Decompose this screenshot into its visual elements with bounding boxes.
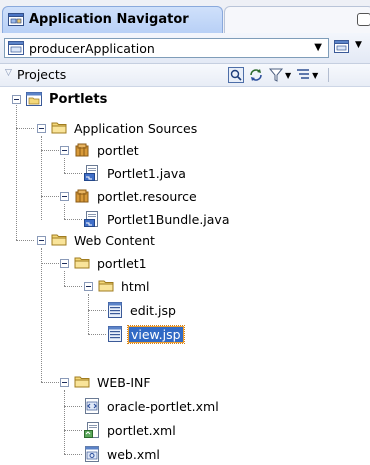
xml-file-icon: [84, 446, 100, 462]
tree-label: portlet1: [97, 255, 147, 271]
tree-label: WEB-INF: [97, 374, 151, 390]
package-icon: [74, 142, 90, 158]
tree-item-portlets[interactable]: Portlets: [12, 88, 109, 110]
folder-icon: [74, 374, 90, 390]
chevron-down-icon[interactable]: ▼: [312, 71, 318, 80]
chevron-down-icon[interactable]: ▼: [355, 40, 362, 50]
package-icon: [74, 188, 90, 204]
tree-label: portlet.xml: [107, 422, 176, 438]
refresh-icon[interactable]: [248, 67, 264, 83]
collapse-toggle[interactable]: [12, 94, 21, 104]
projects-label: Projects: [17, 67, 67, 82]
tree-label: Portlets: [49, 91, 108, 107]
application-navigator-tab[interactable]: Application Navigator: [2, 6, 223, 33]
tree-item-portlet-resource-package[interactable]: portlet.resource: [60, 185, 199, 207]
application-select[interactable]: producerApplication ▼: [4, 38, 329, 58]
tree-label: oracle-portlet.xml: [107, 398, 219, 414]
collapse-toggle[interactable]: [37, 123, 46, 133]
sort-icon[interactable]: [295, 67, 311, 83]
jsp-file-icon: [107, 326, 123, 342]
tree-item-html-folder[interactable]: html: [84, 275, 151, 297]
collapse-toggle[interactable]: [60, 145, 69, 155]
application-name: producerApplication: [29, 41, 155, 56]
java-file-icon: [84, 165, 100, 181]
tree-item-portlet1-java[interactable]: Portlet1.java: [84, 162, 188, 184]
application-navigator-icon: [8, 12, 25, 30]
projects-header: ▽ Projects ▼ ▼: [0, 64, 370, 87]
folder-icon: [51, 120, 67, 136]
search-icon[interactable]: [228, 67, 244, 83]
xml-file-icon: [84, 422, 100, 438]
tree-item-portlet1bundle-java[interactable]: Portlet1Bundle.java: [84, 208, 231, 230]
jsp-file-icon: [107, 302, 123, 318]
tree-item-oracle-portlet-xml[interactable]: oracle-portlet.xml: [84, 395, 221, 417]
tree-item-edit-jsp[interactable]: edit.jsp: [107, 299, 178, 321]
tree-item-portlet1-folder[interactable]: portlet1: [60, 252, 149, 274]
collapse-toggle[interactable]: [60, 377, 69, 387]
collapse-chevron-icon[interactable]: ▽: [5, 68, 12, 78]
navigator-tab-strip: Application Navigator: [0, 0, 370, 33]
folder-icon: [51, 232, 67, 248]
tree-label: portlet.resource: [97, 188, 197, 204]
tree-label: Web Content: [74, 232, 155, 248]
application-menu-button[interactable]: [333, 39, 353, 57]
tree-item-portlet-xml[interactable]: portlet.xml: [84, 419, 178, 441]
tree-label: Application Sources: [74, 120, 198, 136]
tree-item-portlet-package[interactable]: portlet: [60, 139, 141, 161]
panel-title: Application Navigator: [29, 12, 189, 27]
tree-label: edit.jsp: [130, 302, 176, 318]
tree-label: Portlet1.java: [107, 165, 186, 181]
folder-icon: [74, 255, 90, 271]
tree-item-view-jsp[interactable]: view.jsp: [107, 323, 185, 345]
tree-item-web-content[interactable]: Web Content: [37, 229, 157, 251]
collapse-toggle[interactable]: [60, 258, 69, 268]
tree-label: Portlet1Bundle.java: [107, 211, 230, 227]
folder-icon: [98, 278, 114, 294]
collapse-toggle[interactable]: [60, 191, 69, 201]
application-toolbar: producerApplication ▼ ▼: [0, 33, 370, 64]
tree-label: portlet: [97, 142, 139, 158]
tree-label: web.xml: [107, 446, 160, 462]
next-tab[interactable]: [224, 6, 370, 33]
chevron-down-icon: ▼: [314, 42, 322, 53]
xml-file-icon: [84, 398, 100, 414]
chevron-down-icon[interactable]: ▼: [285, 71, 291, 80]
tree-item-application-sources[interactable]: Application Sources: [37, 117, 199, 139]
toolbar-divider: [328, 68, 330, 82]
collapse-toggle[interactable]: [84, 281, 93, 291]
tree-label-selected: view.jsp: [127, 324, 185, 344]
collapse-toggle[interactable]: [37, 235, 46, 245]
minimize-icon[interactable]: [357, 13, 370, 26]
tree-label: html: [121, 278, 150, 294]
tree-item-web-xml[interactable]: web.xml: [84, 443, 162, 465]
tree-item-web-inf[interactable]: WEB-INF: [60, 371, 153, 393]
filter-icon[interactable]: [268, 67, 284, 83]
application-icon: [8, 41, 24, 58]
java-file-icon: [84, 211, 100, 227]
project-icon: [26, 91, 42, 107]
